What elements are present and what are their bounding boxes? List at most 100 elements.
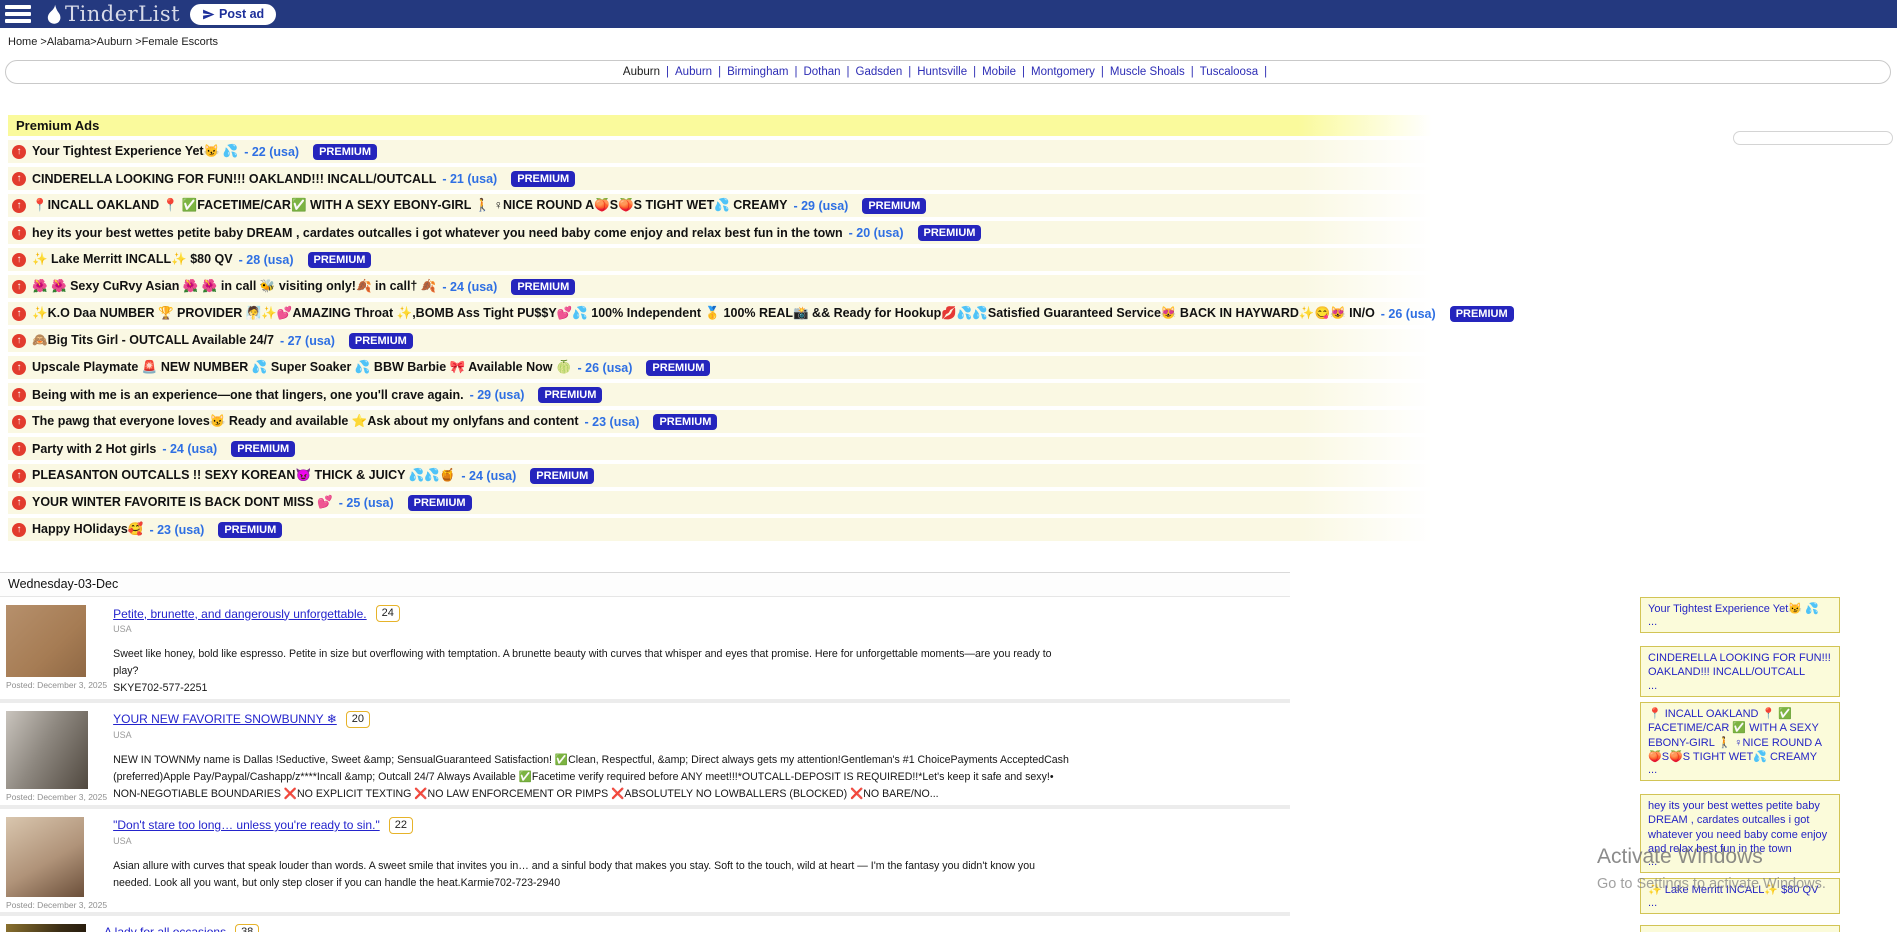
premium-ad-row[interactable]: ↑ CINDERELLA LOOKING FOR FUN!!! OAKLAND!…	[8, 167, 1432, 190]
premium-ad-row[interactable]: ↑ ✨ Lake Merritt INCALL✨ $80 QV - 28 (us…	[8, 248, 1432, 271]
post-ad-button[interactable]: Post ad	[190, 4, 276, 25]
premium-ad-title[interactable]: Being with me is an experience—one that …	[32, 388, 464, 402]
sidebar-ad-more: ...	[1648, 680, 1832, 692]
premium-ad-row[interactable]: ↑ ✨K.O Daa NUMBER 🏆 PROVIDER 🧖✨💕AMAZING …	[8, 302, 1432, 325]
premium-ad-title[interactable]: Your Tightest Experience Yet😼 💦	[32, 144, 238, 159]
premium-ad-title[interactable]: ✨ Lake Merritt INCALL✨ $80 QV	[32, 252, 233, 267]
premium-ad-row[interactable]: ↑ 🙈Big Tits Girl - OUTCALL Available 24/…	[8, 329, 1432, 352]
separator: |	[908, 66, 911, 78]
premium-ad-title[interactable]: PLEASANTON OUTCALLS !! SEXY KOREAN😈 THIC…	[32, 468, 455, 483]
hamburger-menu-icon[interactable]	[5, 5, 31, 23]
sidebar-ad[interactable]: hey its your best wettes petite baby DRE…	[1640, 794, 1840, 873]
listing-title-link[interactable]: "Don't stare too long… unless you're rea…	[113, 818, 380, 832]
separator: |	[1191, 66, 1194, 78]
premium-ad-title[interactable]: Party with 2 Hot girls	[32, 442, 156, 456]
age-badge: 20	[346, 711, 370, 728]
top-navbar: TinderList Post ad	[0, 0, 1897, 28]
up-arrow-icon: ↑	[12, 253, 26, 267]
premium-badge: PREMIUM	[218, 522, 282, 538]
up-arrow-icon: ↑	[12, 415, 26, 429]
sidebar-ad[interactable]	[1640, 925, 1840, 932]
city-link-montgomery[interactable]: Montgomery	[1031, 66, 1095, 78]
premium-ad-row[interactable]: ↑ 🌺 🌺 Sexy CuRvy Asian 🌺 🌺 in call 🐝 vis…	[8, 275, 1432, 298]
premium-ad-row[interactable]: ↑ Party with 2 Hot girls - 24 (usa) PREM…	[8, 437, 1432, 460]
premium-ad-meta: - 21 (usa)	[442, 172, 497, 186]
premium-ad-title[interactable]: Happy HOlidays🥰	[32, 522, 143, 537]
city-link-gadsden[interactable]: Gadsden	[856, 66, 903, 78]
premium-badge: PREMIUM	[511, 279, 575, 295]
premium-ad-row[interactable]: ↑ Happy HOlidays🥰 - 23 (usa) PREMIUM	[8, 518, 1432, 541]
listing-description: Asian allure with curves that speak loud…	[113, 858, 1073, 892]
city-link-muscle-shoals[interactable]: Muscle Shoals	[1110, 66, 1185, 78]
premium-badge: PREMIUM	[538, 387, 602, 403]
listing-row: A lady for all occasions 38 USA	[0, 916, 1290, 932]
premium-ad-title[interactable]: Upscale Playmate 🚨 NEW NUMBER 💦 Super So…	[32, 360, 572, 375]
city-link-mobile[interactable]: Mobile	[982, 66, 1016, 78]
premium-ad-title[interactable]: 📍INCALL OAKLAND 📍 ✅FACETIME/CAR✅ WITH A …	[32, 198, 787, 213]
separator: |	[1101, 66, 1104, 78]
city-link-huntsville[interactable]: Huntsville	[917, 66, 967, 78]
post-ad-label: Post ad	[219, 7, 264, 21]
premium-badge: PREMIUM	[530, 468, 594, 484]
up-arrow-icon: ↑	[12, 172, 26, 186]
premium-ad-row[interactable]: ↑ PLEASANTON OUTCALLS !! SEXY KOREAN😈 TH…	[8, 464, 1432, 487]
premium-ads-section: Premium Ads ↑ Your Tightest Experience Y…	[8, 115, 1432, 541]
brand-logo[interactable]: TinderList	[45, 2, 180, 26]
separator: |	[718, 66, 721, 78]
city-link-tuscaloosa[interactable]: Tuscaloosa	[1200, 66, 1258, 78]
up-arrow-icon: ↑	[12, 199, 26, 213]
city-link-birmingham[interactable]: Birmingham	[727, 66, 788, 78]
sidebar-ad[interactable]: 📍 INCALL OAKLAND 📍 ✅ FACETIME/CAR ✅ WITH…	[1640, 702, 1840, 781]
sidebar-ad-title[interactable]: 📍 INCALL OAKLAND 📍 ✅ FACETIME/CAR ✅ WITH…	[1648, 707, 1832, 764]
city-link-auburn[interactable]: Auburn	[675, 66, 712, 78]
premium-ad-meta: - 20 (usa)	[849, 226, 904, 240]
premium-ad-title[interactable]: CINDERELLA LOOKING FOR FUN!!! OAKLAND!!!…	[32, 172, 436, 186]
sidebar-ad-title[interactable]: Your Tightest Experience Yet😼 💦	[1648, 602, 1832, 616]
premium-ad-row[interactable]: ↑ Upscale Playmate 🚨 NEW NUMBER 💦 Super …	[8, 356, 1432, 379]
premium-ad-meta: - 23 (usa)	[585, 415, 640, 429]
listing-description: NEW IN TOWNMy name is Dallas !Seductive,…	[113, 752, 1073, 803]
premium-ad-row[interactable]: ↑ Being with me is an experience—one tha…	[8, 383, 1432, 406]
premium-ad-row[interactable]: ↑ The pawg that everyone loves😼 Ready an…	[8, 410, 1432, 433]
premium-badge: PREMIUM	[408, 495, 472, 511]
mini-scrollbar[interactable]	[1733, 131, 1893, 145]
premium-ad-row[interactable]: ↑ hey its your best wettes petite baby D…	[8, 221, 1432, 244]
separator: |	[1022, 66, 1025, 78]
listing-photo[interactable]	[6, 817, 84, 897]
up-arrow-icon: ↑	[12, 334, 26, 348]
listing-row: Posted: December 3, 2025 Petite, brunett…	[0, 597, 1290, 703]
premium-badge: PREMIUM	[1450, 306, 1514, 322]
premium-ad-meta: - 27 (usa)	[280, 334, 335, 348]
premium-ads-heading: Premium Ads	[8, 115, 1432, 136]
premium-ad-title[interactable]: hey its your best wettes petite baby DRE…	[32, 226, 843, 240]
sidebar-ad-title[interactable]: CINDERELLA LOOKING FOR FUN!!! OAKLAND!!!…	[1648, 651, 1832, 680]
premium-ad-row[interactable]: ↑ YOUR WINTER FAVORITE IS BACK DONT MISS…	[8, 491, 1432, 514]
up-arrow-icon: ↑	[12, 388, 26, 402]
listing-title-link[interactable]: YOUR NEW FAVORITE SNOWBUNNY ❄	[113, 712, 337, 726]
premium-ad-title[interactable]: ✨K.O Daa NUMBER 🏆 PROVIDER 🧖✨💕AMAZING Th…	[32, 306, 1375, 321]
premium-ad-title[interactable]: 🌺 🌺 Sexy CuRvy Asian 🌺 🌺 in call 🐝 visit…	[32, 279, 436, 294]
premium-ad-meta: - 29 (usa)	[793, 199, 848, 213]
premium-badge: PREMIUM	[308, 252, 372, 268]
listing-title-link[interactable]: A lady for all occasions	[104, 925, 226, 932]
premium-ad-title[interactable]: 🙈Big Tits Girl - OUTCALL Available 24/7	[32, 333, 274, 348]
city-current: Auburn	[623, 66, 660, 78]
sidebar-ad[interactable]: CINDERELLA LOOKING FOR FUN!!! OAKLAND!!!…	[1640, 646, 1840, 697]
up-arrow-icon: ↑	[12, 469, 26, 483]
sidebar-ad[interactable]: ✨ Lake Merritt INCALL✨ $80 QV ...	[1640, 878, 1840, 914]
premium-ad-title[interactable]: YOUR WINTER FAVORITE IS BACK DONT MISS 💕	[32, 495, 333, 510]
city-link-dothan[interactable]: Dothan	[803, 66, 840, 78]
premium-badge: PREMIUM	[313, 144, 377, 160]
sidebar-ad[interactable]: Your Tightest Experience Yet😼 💦 ...	[1640, 597, 1840, 633]
sidebar-ad-title[interactable]: hey its your best wettes petite baby DRE…	[1648, 799, 1832, 856]
age-badge: 24	[376, 605, 400, 622]
sidebar-ad-title[interactable]: ✨ Lake Merritt INCALL✨ $80 QV	[1648, 883, 1832, 897]
listing-photo[interactable]	[6, 924, 86, 932]
premium-ad-row[interactable]: ↑ 📍INCALL OAKLAND 📍 ✅FACETIME/CAR✅ WITH …	[8, 194, 1432, 217]
listing-title-link[interactable]: Petite, brunette, and dangerously unforg…	[113, 607, 367, 621]
separator: |	[666, 66, 669, 78]
premium-ad-row[interactable]: ↑ Your Tightest Experience Yet😼 💦 - 22 (…	[8, 140, 1432, 163]
listing-photo[interactable]	[6, 711, 88, 789]
premium-ad-title[interactable]: The pawg that everyone loves😼 Ready and …	[32, 414, 579, 429]
listing-photo[interactable]	[6, 605, 86, 677]
